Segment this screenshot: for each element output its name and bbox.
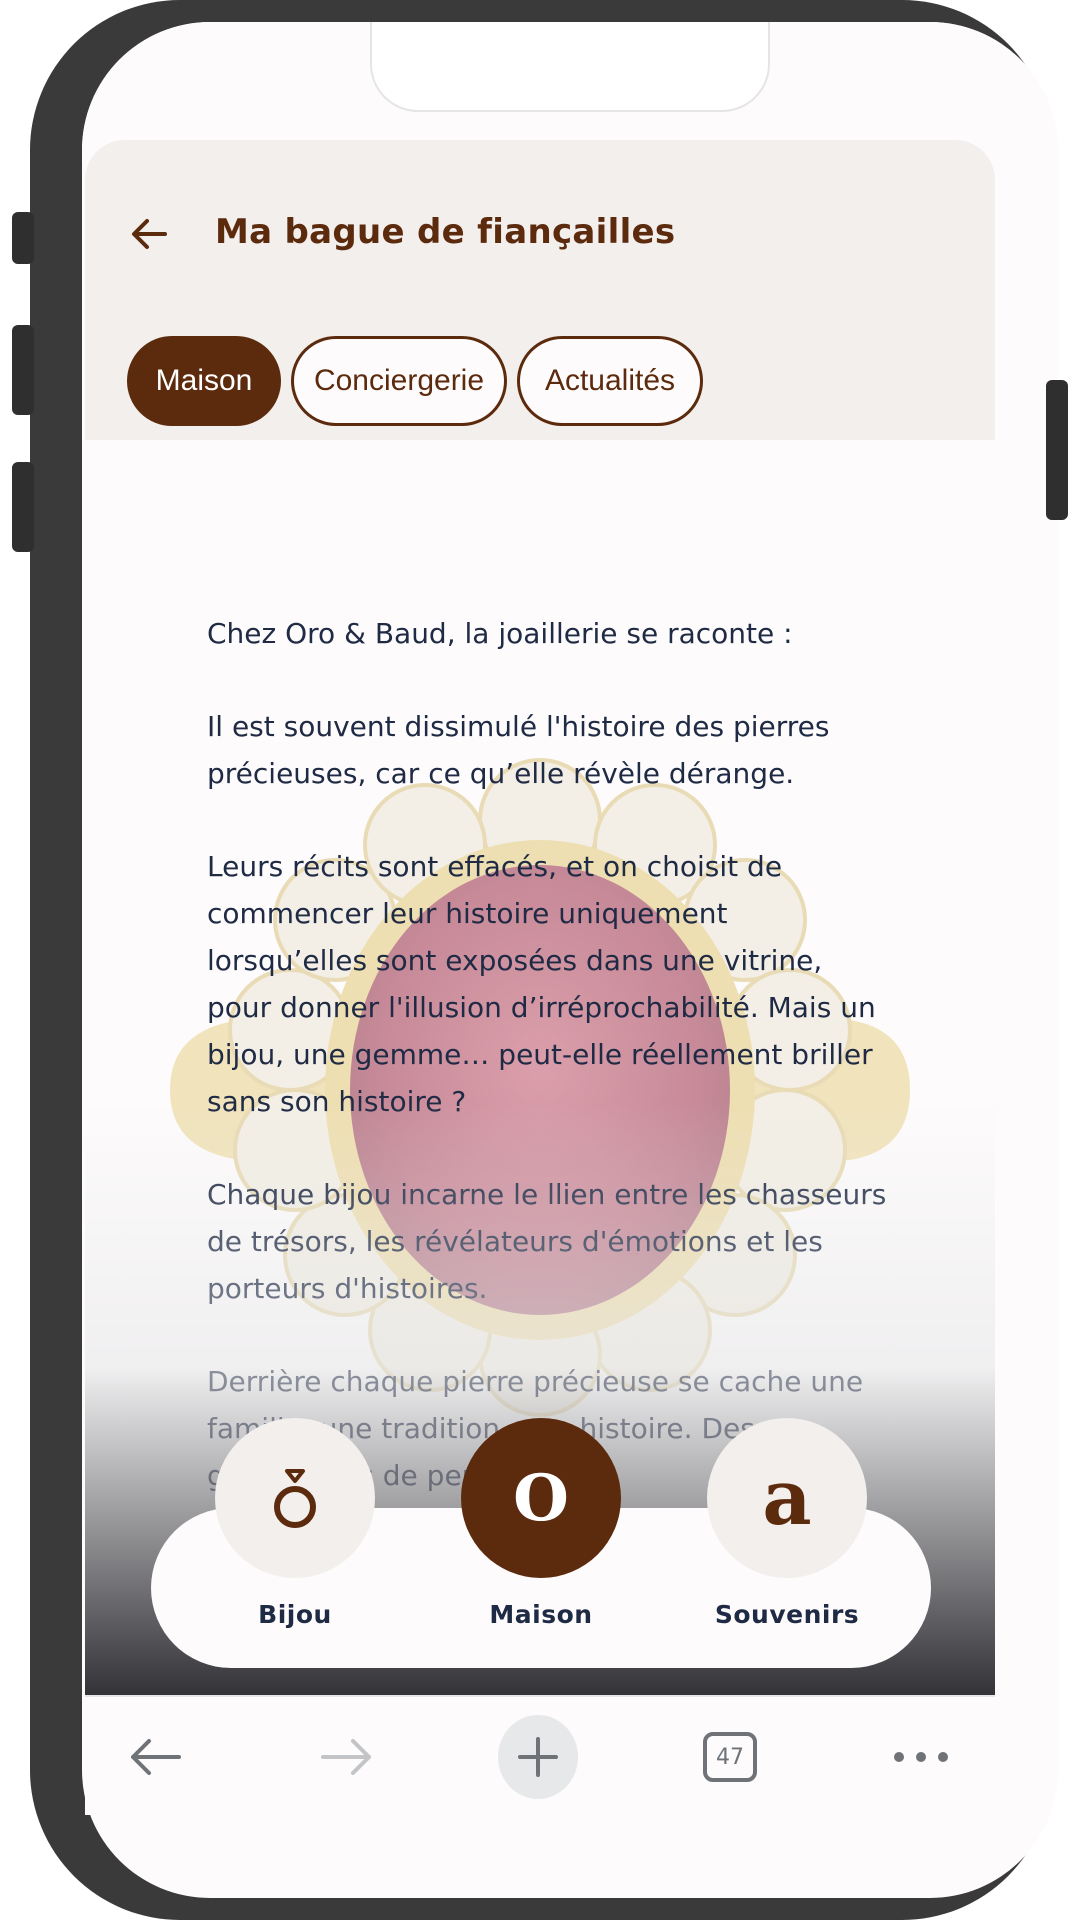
more-button[interactable]: [881, 1717, 961, 1797]
paragraph: Chaque bijou incarne le llien entre les …: [207, 1178, 887, 1305]
browser-toolbar: 47: [85, 1695, 995, 1815]
nav-circle-active: O: [461, 1418, 621, 1578]
paragraph: Il est souvent dissimulé l'histoire des …: [207, 710, 830, 790]
ring-icon: [274, 1469, 316, 1528]
new-tab-circle: [498, 1715, 578, 1799]
app-screen: Ma bague de fiançailles Maison Concierge…: [85, 140, 995, 1695]
browser-back-button[interactable]: [115, 1717, 195, 1797]
notch: [370, 22, 770, 112]
o-monogram-icon: O: [513, 1460, 569, 1536]
paragraph-intro: Chez Oro & Baud, la joaillerie se racont…: [207, 617, 793, 650]
tab-actualites[interactable]: Actualités: [517, 336, 703, 426]
nav-label-maison: Maison: [489, 1600, 593, 1629]
forward-icon: [321, 1739, 371, 1775]
back-icon: [131, 1739, 181, 1775]
tabs-icon: 47: [703, 1732, 757, 1782]
volume-down-button: [12, 462, 34, 552]
more-icon: [894, 1752, 948, 1762]
nav-item-bijou[interactable]: Bijou: [213, 1418, 377, 1658]
mute-switch: [12, 212, 34, 264]
volume-up-button: [12, 325, 34, 415]
app-header: Ma bague de fiançailles Maison Concierge…: [85, 140, 995, 440]
tab-maison[interactable]: Maison: [127, 336, 281, 426]
power-button: [1046, 380, 1068, 520]
status-area: [82, 22, 1058, 152]
tab-bar: Maison Conciergerie Actualités: [127, 336, 703, 426]
nav-item-maison[interactable]: O Maison: [459, 1418, 623, 1658]
new-tab-button[interactable]: [498, 1715, 578, 1799]
new-tab-icon: [518, 1737, 558, 1777]
nav-circle: [215, 1418, 375, 1578]
a-monogram-icon: a: [762, 1453, 812, 1542]
browser-forward-button[interactable]: [307, 1717, 387, 1797]
nav-label-souvenirs: Souvenirs: [714, 1600, 860, 1629]
nav-item-souvenirs[interactable]: a Souvenirs: [705, 1418, 869, 1658]
back-arrow-icon[interactable]: [125, 210, 173, 258]
floating-bottom-nav: Bijou O Maison a Souvenirs: [151, 1418, 931, 1668]
tabs-button[interactable]: 47: [690, 1717, 770, 1797]
nav-label-bijou: Bijou: [258, 1600, 332, 1629]
story-text: Chez Oro & Baud, la joaillerie se racont…: [207, 610, 887, 1545]
tab-conciergerie[interactable]: Conciergerie: [291, 336, 507, 426]
nav-circle: a: [707, 1418, 867, 1578]
paragraph: Leurs récits sont effacés, et on choisit…: [207, 850, 876, 1118]
page-title: Ma bague de fiançailles: [215, 212, 676, 252]
